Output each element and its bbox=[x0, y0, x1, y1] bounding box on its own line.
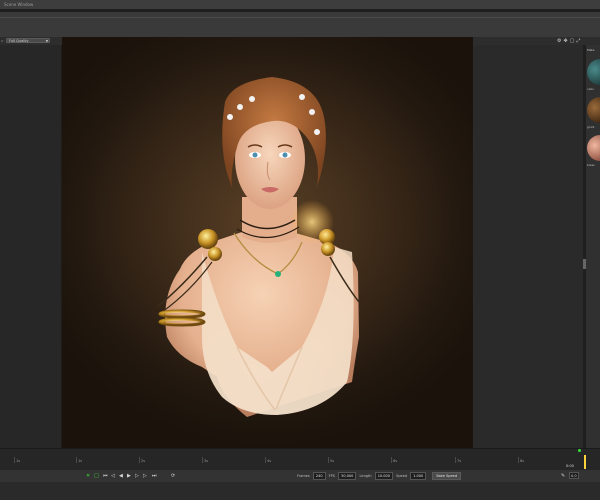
loop-icon[interactable]: ⟳ bbox=[171, 472, 175, 480]
material-label: goldi bbox=[587, 125, 595, 129]
chevron-down-icon: ▼ bbox=[45, 39, 48, 43]
tick-label: 6s bbox=[393, 459, 398, 463]
record-icon[interactable]: □ bbox=[94, 472, 99, 480]
step-forward-alt-icon[interactable]: ▷ bbox=[143, 472, 147, 480]
current-time: 0:00 bbox=[566, 464, 574, 468]
quality-select[interactable]: Full Quality ▼ bbox=[6, 38, 50, 43]
tick-label: 7s bbox=[457, 459, 462, 463]
window-title: Scene Window bbox=[4, 2, 34, 7]
frames-field[interactable]: 240 bbox=[312, 472, 326, 480]
material-label: cellu bbox=[587, 87, 595, 91]
expand-icon[interactable]: ⤢ bbox=[576, 38, 582, 44]
tick-label: 8s bbox=[520, 459, 525, 463]
material-swatch[interactable] bbox=[587, 97, 600, 123]
viewport-icons: ⚙✥▢⤢ bbox=[557, 38, 582, 44]
left-panel bbox=[0, 45, 62, 448]
step-back-icon[interactable]: ◁ bbox=[111, 472, 115, 480]
tick-label: 2s bbox=[141, 459, 146, 463]
skip-start-icon[interactable]: ⏮ bbox=[103, 472, 108, 480]
tick-label: 3s bbox=[204, 459, 209, 463]
speed-field[interactable]: 1.000 bbox=[410, 472, 427, 480]
materials-panel: Mate cellu goldi bless bbox=[586, 45, 600, 448]
transport-bar: ✕ □ ⏮ ◁ ◀ ▶ ▷ ▷ ⏭ ⟳ Frames 240 FPS 30.00… bbox=[0, 470, 600, 482]
tick-label: 4s bbox=[267, 459, 272, 463]
length-label: Length bbox=[359, 474, 372, 478]
viewport-render[interactable] bbox=[62, 37, 473, 448]
title-bar: Scene Window bbox=[0, 0, 600, 9]
tick-label: 5s bbox=[330, 459, 335, 463]
frame-field[interactable]: 0.0 bbox=[569, 472, 579, 479]
light-glow bbox=[290, 200, 334, 244]
right-panel bbox=[474, 45, 583, 448]
bake-speed-button[interactable]: Bake Speed bbox=[432, 472, 462, 480]
bottom-panel bbox=[0, 482, 600, 500]
playhead[interactable] bbox=[584, 455, 586, 469]
status-dot bbox=[578, 449, 581, 452]
material-swatch[interactable] bbox=[587, 59, 600, 85]
skip-end-icon[interactable]: ⏭ bbox=[152, 472, 157, 480]
timeline[interactable]: 1s 1s 2s 3s 4s 5s 6s 7s 8s 0:00 bbox=[0, 448, 600, 471]
toolbar bbox=[0, 12, 600, 38]
materials-header: Mate bbox=[587, 48, 595, 52]
play-icon[interactable]: ▶ bbox=[127, 472, 131, 480]
fps-label: FPS bbox=[328, 474, 336, 478]
quality-select-value: Full Quality bbox=[9, 39, 29, 43]
tick-label: 1s bbox=[78, 459, 83, 463]
key-icon[interactable]: ✕ bbox=[86, 472, 90, 480]
material-swatch[interactable] bbox=[587, 135, 600, 161]
material-label: bless bbox=[587, 163, 595, 167]
tick-label: 1s bbox=[16, 459, 21, 463]
frames-label: Frames bbox=[297, 474, 310, 478]
frame-icon[interactable]: ▢ bbox=[570, 38, 577, 44]
pencil-icon[interactable]: ✎ bbox=[561, 473, 565, 479]
speed-label: Speed bbox=[396, 474, 408, 478]
step-forward-icon[interactable]: ▷ bbox=[135, 472, 139, 480]
length-field[interactable]: 10.000 bbox=[374, 472, 393, 480]
fps-field[interactable]: 30.000 bbox=[338, 472, 357, 480]
viewport-mode-label: Q bbox=[1, 39, 4, 43]
head bbox=[222, 77, 326, 209]
play-reverse-icon[interactable]: ◀ bbox=[119, 472, 123, 480]
timing-fields: Frames 240 FPS 30.000 Length 10.000 Spee… bbox=[297, 472, 462, 480]
